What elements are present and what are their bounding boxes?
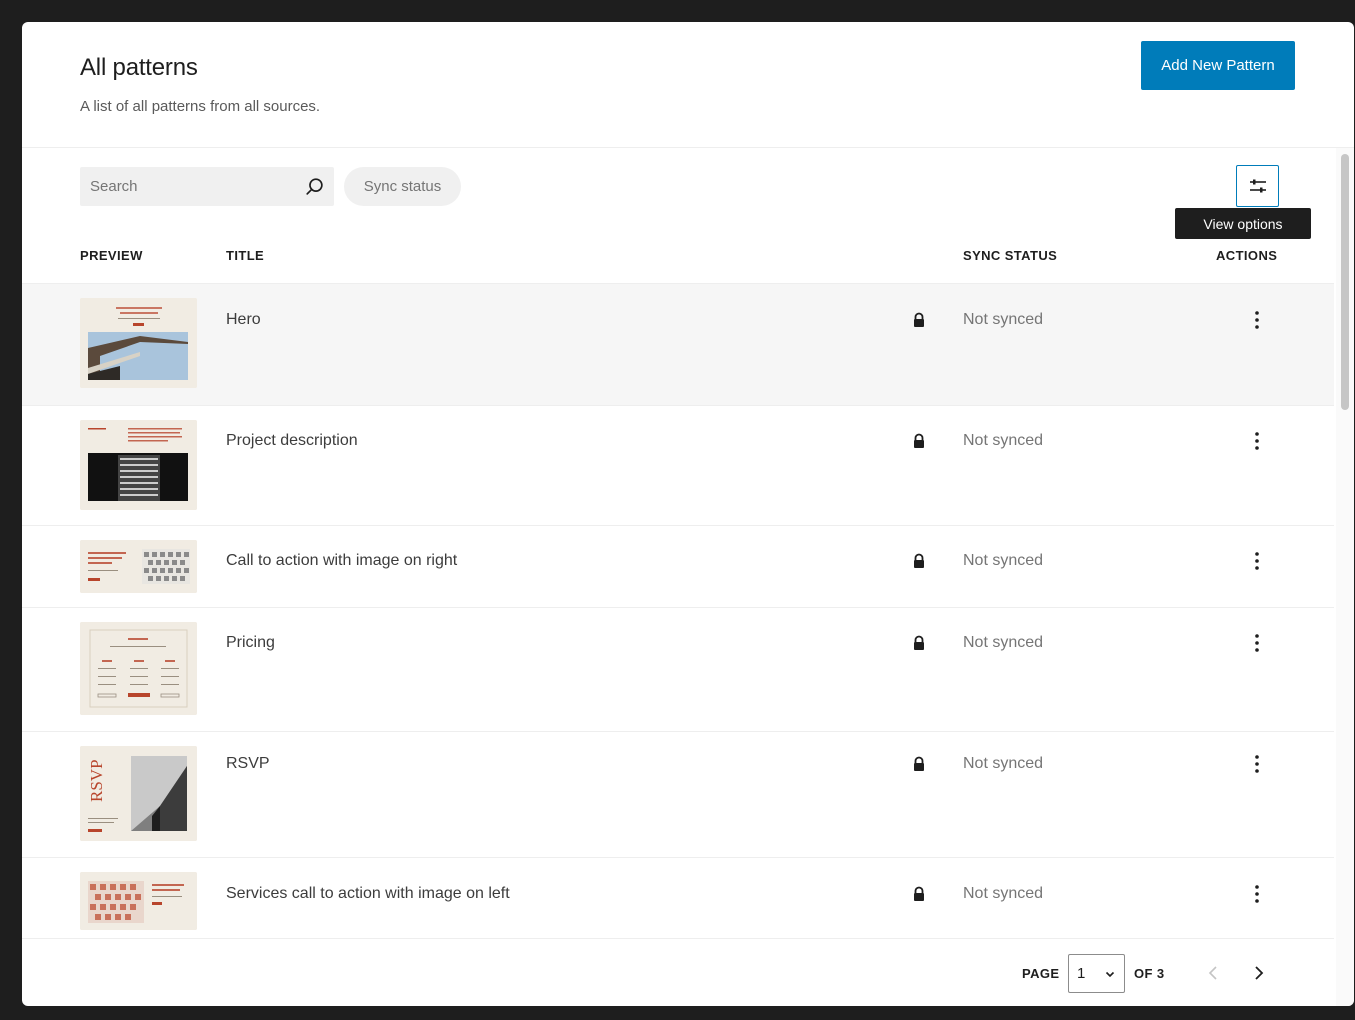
cta-right-preview-image xyxy=(80,540,197,593)
page-label: PAGE xyxy=(1022,966,1060,981)
pattern-title-link[interactable]: Hero xyxy=(226,311,261,329)
sync-status-value: Not synced xyxy=(963,552,1044,569)
pattern-preview-thumbnail[interactable] xyxy=(80,298,197,388)
search-icon[interactable] xyxy=(304,176,326,198)
sync-status-value: Not synced xyxy=(963,432,1044,449)
more-actions-button[interactable] xyxy=(1246,548,1268,574)
more-actions-button[interactable] xyxy=(1246,307,1268,333)
total-pages-label: OF 3 xyxy=(1134,966,1165,981)
rsvp-preview-image: RSVP xyxy=(80,746,197,841)
sync-status-value: Not synced xyxy=(963,311,1044,328)
sync-status-value: Not synced xyxy=(963,885,1044,902)
column-header-actions: ACTIONS xyxy=(1216,248,1278,263)
pagination-bar: PAGE 1 OF 3 xyxy=(22,938,1334,1006)
page-title: All patterns xyxy=(80,54,198,81)
search-box xyxy=(80,167,334,206)
table-toolbar: Sync status View options PREVIEW TITLE S… xyxy=(22,148,1354,284)
services-left-preview-image xyxy=(80,872,197,930)
table-row[interactable]: Project description Not synced xyxy=(22,405,1334,525)
pattern-preview-thumbnail[interactable] xyxy=(80,420,197,510)
pattern-title-link[interactable]: Call to action with image on right xyxy=(226,552,457,570)
chevron-down-icon xyxy=(1105,971,1115,978)
page-subtitle: A list of all patterns from all sources. xyxy=(80,98,321,115)
pattern-preview-thumbnail[interactable] xyxy=(80,872,197,930)
lock-icon xyxy=(914,553,924,568)
pattern-preview-thumbnail[interactable] xyxy=(80,622,197,715)
pricing-preview-image xyxy=(80,622,197,715)
hero-preview-image xyxy=(80,298,197,388)
current-page-value: 1 xyxy=(1077,965,1086,982)
more-actions-button[interactable] xyxy=(1246,881,1268,907)
lock-icon xyxy=(914,635,924,650)
search-input[interactable] xyxy=(80,167,290,206)
table-row[interactable]: Call to action with image on right Not s… xyxy=(22,525,1334,607)
pattern-preview-thumbnail[interactable]: RSVP xyxy=(80,746,197,841)
pattern-preview-thumbnail[interactable] xyxy=(80,540,197,593)
page-header: All patterns A list of all patterns from… xyxy=(22,22,1354,148)
chevron-left-icon xyxy=(1208,966,1217,980)
table-row[interactable]: Pricing Not synced xyxy=(22,607,1334,731)
add-new-pattern-button[interactable]: Add New Pattern xyxy=(1141,41,1295,90)
rsvp-thumbnail-text: RSVP xyxy=(87,759,106,802)
table-row[interactable]: RSVP RSVP Not synced xyxy=(22,731,1334,857)
more-actions-button[interactable] xyxy=(1246,428,1268,454)
view-options-tooltip: View options xyxy=(1175,208,1311,239)
lock-icon xyxy=(914,312,924,327)
sync-status-value: Not synced xyxy=(963,634,1044,651)
pattern-title-link[interactable]: RSVP xyxy=(226,755,270,773)
scrollbar-thumb[interactable] xyxy=(1341,154,1349,410)
pattern-title-link[interactable]: Pricing xyxy=(226,634,275,652)
sliders-icon xyxy=(1249,179,1266,193)
column-header-preview: PREVIEW xyxy=(80,248,143,263)
more-vertical-icon xyxy=(1255,634,1259,652)
more-vertical-icon xyxy=(1255,885,1259,903)
more-vertical-icon xyxy=(1255,552,1259,570)
view-options-button[interactable] xyxy=(1236,165,1279,207)
page-select[interactable]: 1 xyxy=(1068,954,1125,993)
pattern-title-link[interactable]: Project description xyxy=(226,432,358,450)
sync-status-filter-button[interactable]: Sync status xyxy=(344,167,461,206)
lock-icon xyxy=(914,886,924,901)
table-row[interactable]: Hero Not synced xyxy=(22,283,1334,405)
more-actions-button[interactable] xyxy=(1246,751,1268,777)
project-preview-image xyxy=(80,420,197,510)
more-vertical-icon xyxy=(1255,755,1259,773)
more-vertical-icon xyxy=(1255,432,1259,450)
more-actions-button[interactable] xyxy=(1246,630,1268,656)
more-vertical-icon xyxy=(1255,311,1259,329)
table-scrollbar[interactable] xyxy=(1336,148,1354,1006)
table-row[interactable]: Services call to action with image on le… xyxy=(22,857,1334,939)
lock-icon xyxy=(914,433,924,448)
sync-status-value: Not synced xyxy=(963,755,1044,772)
next-page-button[interactable] xyxy=(1246,961,1270,985)
patterns-panel: All patterns A list of all patterns from… xyxy=(22,22,1354,1006)
pattern-title-link[interactable]: Services call to action with image on le… xyxy=(226,885,510,903)
previous-page-button[interactable] xyxy=(1202,961,1226,985)
column-header-sync-status[interactable]: SYNC STATUS xyxy=(963,248,1057,263)
lock-icon xyxy=(914,756,924,771)
chevron-right-icon xyxy=(1255,966,1264,980)
column-header-title[interactable]: TITLE xyxy=(226,248,264,263)
